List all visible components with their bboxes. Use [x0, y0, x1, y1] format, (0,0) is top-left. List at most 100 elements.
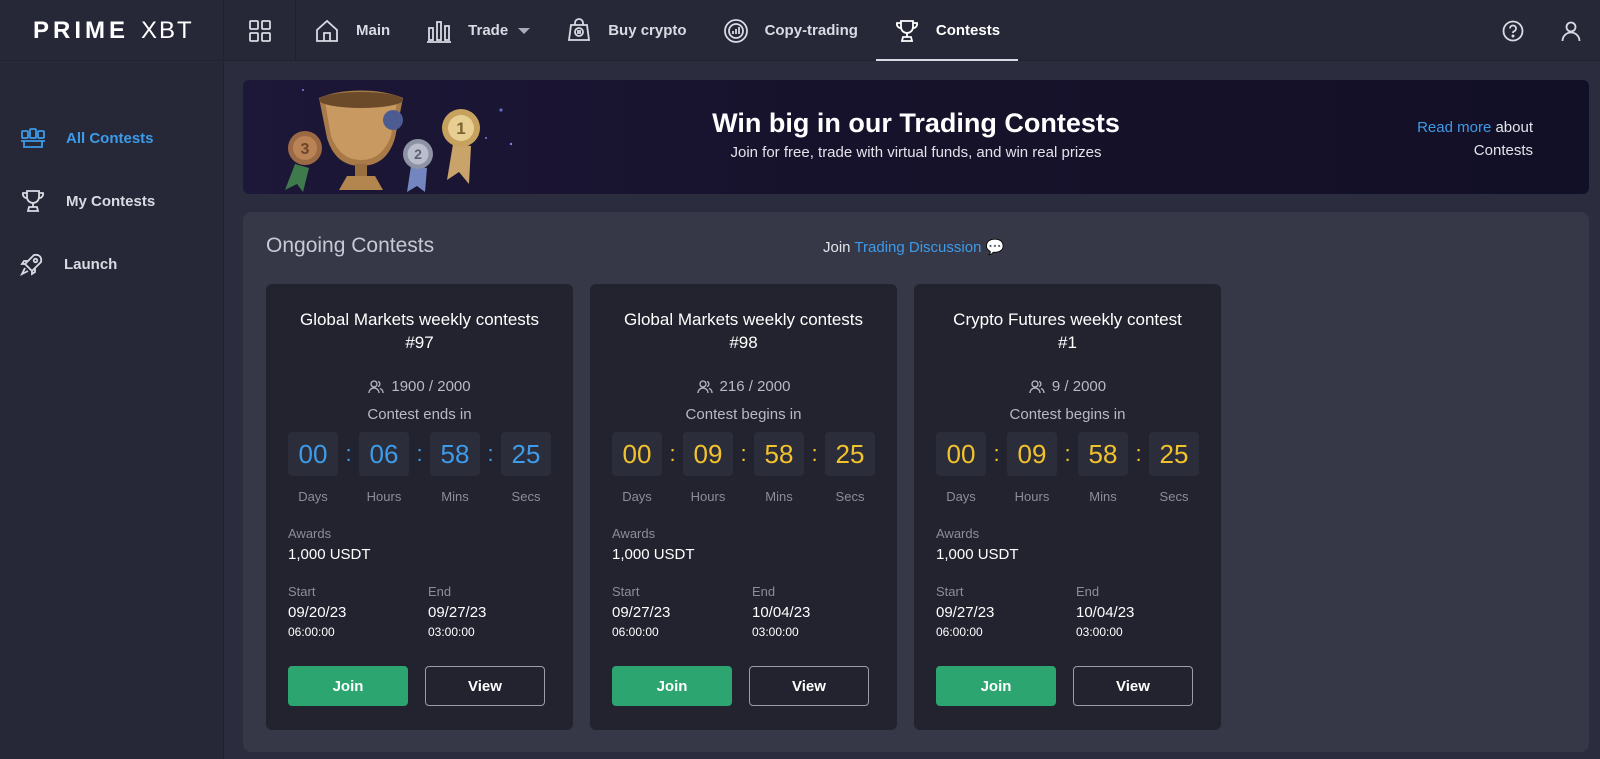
end-date: 10/04/23: [1076, 604, 1135, 621]
timer-days: 00: [612, 432, 662, 476]
timer-separator: :: [1135, 441, 1142, 466]
nav-buy-crypto[interactable]: Buy crypto: [548, 0, 704, 61]
contest-title-line1: Global Markets weekly contests: [623, 310, 864, 329]
award-value: 1,000 USDT: [288, 546, 371, 563]
countdown-timer: 00: 09: 58: 25: [612, 432, 875, 476]
timer-labels: Days Hours Mins Secs: [936, 489, 1199, 504]
start-time: 06:00:00: [288, 625, 335, 639]
timer-separator: :: [487, 441, 494, 466]
main-nav: Main Trade Buy crypto Copy-trading Conte…: [296, 0, 1019, 61]
trading-discussion-link[interactable]: Trading Discussion: [854, 239, 981, 256]
timer-hours: 09: [1007, 432, 1057, 476]
home-icon: [316, 19, 338, 42]
users-icon: [1029, 379, 1045, 393]
hours-label: Hours: [690, 489, 726, 504]
start-date: 09/27/23: [936, 604, 995, 621]
end-time: 03:00:00: [428, 625, 475, 639]
timer-labels: Days Hours Mins Secs: [288, 489, 551, 504]
mins-label: Mins: [765, 489, 793, 504]
nav-copy-trading-label: Copy-trading: [764, 22, 858, 39]
bar-chart-icon: [427, 20, 452, 43]
top-right-actions: [1502, 0, 1582, 61]
contest-card: Global Markets weekly contests #98 216 /…: [590, 284, 897, 730]
join-button[interactable]: Join: [288, 666, 408, 706]
start-label: Start: [612, 584, 640, 599]
trophy-icon: [22, 190, 44, 212]
nav-main-label: Main: [356, 22, 391, 39]
help-icon[interactable]: [1502, 20, 1524, 42]
end-date: 10/04/23: [752, 604, 811, 621]
nav-contests[interactable]: Contests: [875, 0, 1019, 61]
sidebar-item-label: Launch: [64, 255, 118, 273]
view-button[interactable]: View: [749, 666, 869, 706]
join-button[interactable]: Join: [612, 666, 732, 706]
contests-banner: 3 2 1 Win big in our Trading Contests Jo…: [243, 80, 1589, 194]
nav-trade[interactable]: Trade: [408, 0, 548, 61]
end-time: 03:00:00: [1076, 625, 1123, 639]
secs-label: Secs: [511, 489, 541, 504]
nav-copy-trading[interactable]: Copy-trading: [705, 0, 876, 61]
timer-hours: 06: [359, 432, 409, 476]
timer-days: 00: [936, 432, 986, 476]
grid-icon: [248, 19, 271, 42]
timer-separator: :: [811, 441, 818, 466]
participants: 9 / 2000: [914, 378, 1221, 395]
top-navigation-bar: PRIME XBT Main Trade Buy crypto Copy-tra…: [0, 0, 1600, 61]
timer-separator: :: [669, 441, 676, 466]
start-date: 09/20/23: [288, 604, 347, 621]
participants-count: 216 / 2000: [719, 378, 791, 395]
all-contests-icon: [21, 128, 45, 148]
contest-status: Contest begins in: [1009, 406, 1126, 423]
days-label: Days: [622, 489, 652, 504]
end-label: End: [428, 584, 452, 599]
countdown-timer: 00: 09: 58: 25: [936, 432, 1199, 476]
timer-secs: 25: [501, 432, 551, 476]
read-more-text: Read more about Contests: [1333, 116, 1533, 162]
nav-main[interactable]: Main: [296, 0, 408, 61]
contest-title-line2: #97: [405, 333, 434, 352]
timer-mins: 58: [754, 432, 804, 476]
secs-label: Secs: [835, 489, 865, 504]
contest-title-line2: #98: [729, 333, 758, 352]
contest-status: Contest ends in: [367, 406, 472, 423]
sidebar-item-label: All Contests: [66, 129, 154, 147]
end-date: 09/27/23: [428, 604, 487, 621]
panel-title: Ongoing Contests: [266, 234, 435, 257]
read-more-link[interactable]: Read more: [1417, 119, 1491, 136]
timer-separator: :: [345, 441, 352, 466]
sidebar-item-all-contests[interactable]: All Contests: [20, 126, 154, 150]
start-label: Start: [936, 584, 964, 599]
trading-discussion-text: Join Trading Discussion 💬: [823, 238, 1004, 256]
contest-title-line1: Global Markets weekly contests: [299, 310, 540, 329]
mins-label: Mins: [441, 489, 469, 504]
start-label: Start: [288, 584, 316, 599]
timer-mins: 58: [1078, 432, 1128, 476]
prime-xbt-logo[interactable]: PRIME XBT: [0, 0, 224, 61]
buy-crypto-icon: [568, 17, 591, 41]
timer-separator: :: [993, 441, 1000, 466]
trophy-icon: [895, 19, 918, 42]
discussion-prefix: Join: [823, 239, 855, 256]
secs-label: Secs: [1159, 489, 1189, 504]
participants: 1900 / 2000: [266, 378, 573, 395]
start-time: 06:00:00: [612, 625, 659, 639]
end-label: End: [1076, 584, 1100, 599]
end-time: 03:00:00: [752, 625, 799, 639]
apps-grid-button[interactable]: [224, 0, 296, 61]
sidebar-item-my-contests[interactable]: My Contests: [20, 189, 155, 213]
hours-label: Hours: [1014, 489, 1050, 504]
join-button[interactable]: Join: [936, 666, 1056, 706]
sidebar-item-launch[interactable]: Launch: [20, 252, 117, 276]
days-label: Days: [298, 489, 328, 504]
award-value: 1,000 USDT: [936, 546, 1019, 563]
view-button[interactable]: View: [425, 666, 545, 706]
copy-trading-icon: [723, 18, 748, 43]
view-button[interactable]: View: [1073, 666, 1193, 706]
rocket-icon: [20, 253, 43, 276]
contest-status: Contest begins in: [685, 406, 802, 423]
logo-xbt: XBT: [141, 16, 194, 44]
read-more-line2: Contests: [1473, 142, 1533, 159]
contest-title-line2: #1: [1058, 333, 1077, 352]
mins-label: Mins: [1089, 489, 1117, 504]
user-icon[interactable]: [1560, 20, 1582, 42]
